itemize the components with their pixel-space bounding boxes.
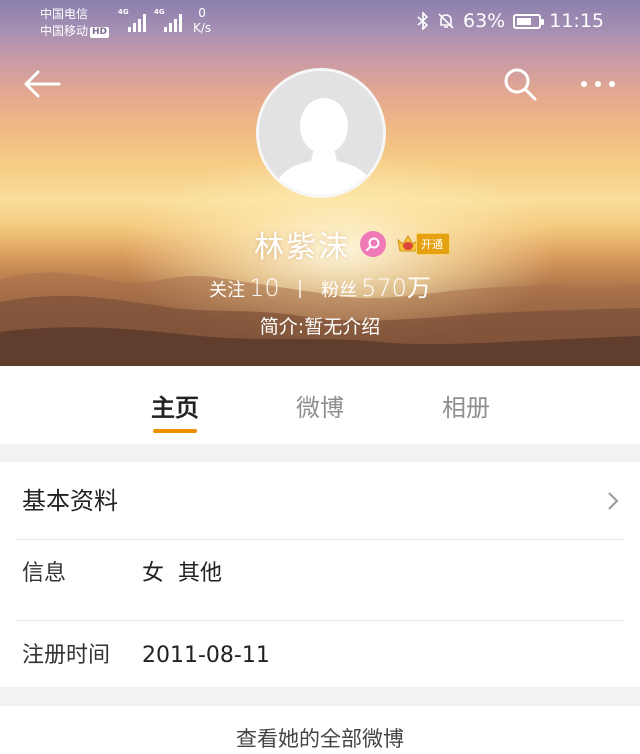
back-button[interactable] (20, 62, 64, 106)
info-label: 信息 (22, 561, 67, 586)
more-icon (581, 81, 615, 87)
hd-badge: HD (90, 27, 110, 38)
basic-info-card: 基本资料 信息 女 其他 注册时间 2011-08-11 (0, 462, 640, 687)
basic-info-title: 基本资料 (22, 487, 118, 515)
tab-album[interactable]: 相册 (406, 388, 526, 423)
default-avatar-icon (259, 71, 383, 195)
tab-home[interactable]: 主页 (115, 388, 235, 423)
battery-percent: 63% (463, 10, 506, 32)
stats-divider (299, 280, 302, 298)
followers-stat[interactable]: 粉丝 570万 (321, 274, 431, 302)
info-row-gender: 信息 女 其他 (0, 536, 640, 612)
signal-bars-2-icon (164, 12, 186, 32)
open-label: 开通 (416, 233, 450, 255)
following-label: 关注 (209, 280, 246, 301)
tab-weibo[interactable]: 微博 (260, 388, 380, 423)
view-all-weibo-link[interactable]: 查看她的全部微博 (0, 706, 640, 754)
info-value: 女 其他 (142, 561, 222, 586)
signal-bars-1-icon (128, 12, 150, 32)
basic-info-header[interactable]: 基本资料 (0, 462, 640, 538)
speed-value: 0 (198, 6, 206, 20)
profile-name: 林紫沫 (254, 230, 350, 265)
more-button[interactable] (576, 62, 620, 106)
following-count: 10 (249, 274, 280, 302)
following-stat[interactable]: 关注 10 (209, 274, 280, 302)
profile-intro: 简介:暂无介绍 (259, 316, 381, 338)
open-membership-badge[interactable]: 开通 (396, 233, 450, 255)
network-speed: 0 K/s (193, 6, 211, 36)
followers-label: 粉丝 (321, 280, 358, 301)
chevron-right-icon (608, 492, 619, 510)
avatar[interactable] (256, 68, 386, 198)
carrier-info: 中国电信 中国移动 HD (40, 6, 110, 40)
profile-name-row: 林紫沫 开通 (0, 222, 640, 266)
search-icon (504, 68, 537, 101)
registration-label: 注册时间 (22, 643, 111, 668)
search-button[interactable] (498, 62, 542, 106)
active-tab-indicator (153, 429, 197, 433)
status-right: 63% 11:15 (417, 10, 604, 32)
battery-icon (513, 13, 545, 29)
carrier-1: 中国电信 (40, 7, 89, 21)
profile-tabs: 主页 微博 相册 (0, 366, 640, 444)
back-arrow-icon (24, 70, 61, 98)
info-row-registration: 注册时间 2011-08-11 (0, 618, 640, 694)
vip-magnifier-icon[interactable] (360, 231, 386, 257)
profile-stats: 关注 10 粉丝 570万 (0, 268, 640, 303)
status-bar: 中国电信 中国移动 HD 4G 4G 0 K/s 63% 11:15 (0, 0, 640, 46)
mute-icon (438, 13, 454, 29)
clock: 11:15 (549, 10, 604, 32)
followers-count: 570万 (361, 274, 431, 302)
registration-date: 2011-08-11 (142, 643, 270, 668)
carrier-2: 中国移动 (40, 24, 89, 38)
speed-unit: K/s (193, 21, 212, 35)
bluetooth-icon (417, 12, 429, 30)
